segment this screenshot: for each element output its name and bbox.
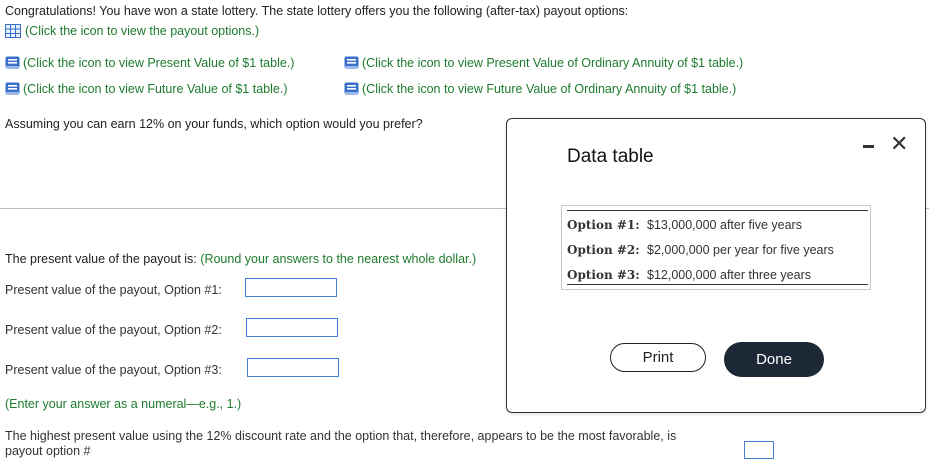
pvoa-table-link[interactable]: (Click the icon to view Present Value of… <box>344 56 743 70</box>
table-row: Option #1: $13,000,000 after five years <box>567 218 802 232</box>
row-key: Option #3: <box>567 268 640 282</box>
table-row: Option #2: $2,000,000 per year for five y… <box>567 243 834 257</box>
enter-numeral-note: (Enter your answer as a numeral—e.g., 1.… <box>5 397 242 411</box>
fv-table-link[interactable]: (Click the icon to view Future Value of … <box>5 82 287 96</box>
data-table-dialog: Data table ✕ Option #1: $13,000,000 after… <box>506 118 926 413</box>
row-key: Option #2: <box>567 243 640 257</box>
payout-option-input[interactable] <box>744 441 774 459</box>
book-icon <box>5 82 20 95</box>
pv-prompt: The present value of the payout is: (Rou… <box>5 252 476 266</box>
book-icon <box>344 82 359 95</box>
pv-prompt-note: (Round your answers to the nearest whole… <box>200 252 477 266</box>
close-icon[interactable]: ✕ <box>890 131 908 157</box>
option2-input[interactable] <box>246 318 338 337</box>
book-icon <box>5 56 20 69</box>
option1-input[interactable] <box>245 278 337 297</box>
final-question-line2: payout option # <box>5 444 91 458</box>
fvoa-table-link-label: (Click the icon to view Future Value of … <box>362 82 737 96</box>
fv-table-link-label: (Click the icon to view Future Value of … <box>23 82 288 96</box>
payout-options-link[interactable]: (Click the icon to view the payout optio… <box>5 24 259 38</box>
option3-input[interactable] <box>247 358 339 377</box>
intro-text: Congratulations! You have won a state lo… <box>5 4 629 18</box>
option1-label: Present value of the payout, Option #1: <box>5 283 222 297</box>
done-button[interactable]: Done <box>724 342 824 377</box>
dialog-title: Data table <box>567 146 654 167</box>
table-rule-top <box>567 210 868 211</box>
option3-label: Present value of the payout, Option #3: <box>5 363 222 377</box>
question-text: Assuming you can earn 12% on your funds,… <box>5 117 423 131</box>
table-row: Option #3: $12,000,000 after three years <box>567 268 811 282</box>
minimize-icon[interactable] <box>863 145 874 148</box>
book-icon <box>344 56 359 69</box>
fvoa-table-link[interactable]: (Click the icon to view Future Value of … <box>344 82 736 96</box>
row-value: $12,000,000 after three years <box>647 268 812 282</box>
payout-options-table: Option #1: $13,000,000 after five years O… <box>561 205 871 290</box>
pv-table-link[interactable]: (Click the icon to view Present Value of… <box>5 56 294 70</box>
final-question-line1: The highest present value using the 12% … <box>5 429 677 443</box>
pv-table-link-label: (Click the icon to view Present Value of… <box>23 56 295 70</box>
pv-prompt-text: The present value of the payout is: <box>5 252 197 266</box>
row-key: Option #1: <box>567 218 640 232</box>
print-button[interactable]: Print <box>610 343 706 372</box>
payout-options-link-label: (Click the icon to view the payout optio… <box>25 24 260 38</box>
option2-label: Present value of the payout, Option #2: <box>5 323 222 337</box>
table-rule-bottom <box>567 284 868 285</box>
table-grid-icon <box>5 24 21 38</box>
row-value: $2,000,000 per year for five years <box>647 243 834 257</box>
pvoa-table-link-label: (Click the icon to view Present Value of… <box>362 56 744 70</box>
row-value: $13,000,000 after five years <box>647 218 802 232</box>
